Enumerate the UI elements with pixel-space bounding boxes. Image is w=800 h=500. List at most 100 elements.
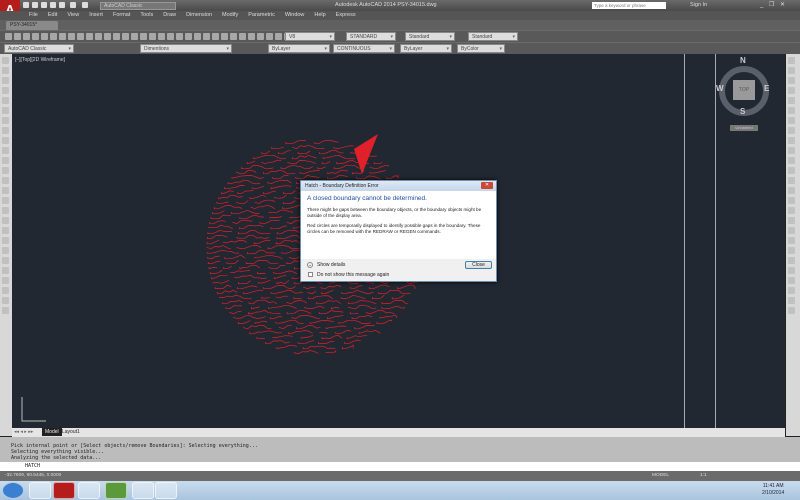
tool-button-icon[interactable] — [2, 307, 9, 314]
viewcube-top[interactable]: TOP — [733, 80, 755, 100]
tool-button-icon[interactable] — [2, 107, 9, 114]
toolbar-button-icon[interactable] — [140, 33, 147, 40]
chevron-down-icon[interactable]: ⌄ — [307, 262, 313, 268]
tool-button-icon[interactable] — [788, 57, 795, 64]
tool-button-icon[interactable] — [788, 217, 795, 224]
tool-button-icon[interactable] — [2, 217, 9, 224]
workspace-dropdown[interactable]: AutoCAD Classic — [100, 2, 176, 10]
toolbar-button-icon[interactable] — [257, 33, 264, 40]
tool-button-icon[interactable] — [2, 297, 9, 304]
menu-modify[interactable]: Modify — [217, 11, 243, 20]
toolbar-button-icon[interactable] — [248, 33, 255, 40]
redo-icon[interactable] — [82, 2, 88, 8]
menu-dimension[interactable]: Dimension — [181, 11, 217, 20]
command-input[interactable]: HATCH — [0, 462, 800, 471]
tool-button-icon[interactable] — [788, 227, 795, 234]
tool-button-icon[interactable] — [788, 257, 795, 264]
taskbar-chrome-icon[interactable] — [132, 482, 154, 499]
taskbar-autocad-icon[interactable] — [53, 482, 75, 499]
toolbar-button-icon[interactable] — [203, 33, 210, 40]
tool-button-icon[interactable] — [788, 127, 795, 134]
menu-view[interactable]: View — [62, 11, 84, 20]
tool-button-icon[interactable] — [788, 137, 795, 144]
tool-button-icon[interactable] — [788, 77, 795, 84]
toolbar-button-icon[interactable] — [131, 33, 138, 40]
toolbar-button-icon[interactable] — [95, 33, 102, 40]
menu-tools[interactable]: Tools — [135, 11, 158, 20]
layer-combo[interactable]: V8 — [285, 32, 335, 42]
plotstyle-dropdown[interactable]: ByColor — [457, 44, 505, 54]
tool-button-icon[interactable] — [788, 237, 795, 244]
ucs-dropdown[interactable]: Unnamed — [730, 125, 758, 131]
undo-icon[interactable] — [70, 2, 76, 8]
toolbar-button-icon[interactable] — [176, 33, 183, 40]
tool-button-icon[interactable] — [788, 277, 795, 284]
tool-button-icon[interactable] — [2, 197, 9, 204]
menu-edit[interactable]: Edit — [43, 11, 62, 20]
tool-button-icon[interactable] — [788, 177, 795, 184]
dont-show-label[interactable]: Do not show this message again — [317, 272, 389, 278]
tool-button-icon[interactable] — [788, 97, 795, 104]
tool-button-icon[interactable] — [2, 267, 9, 274]
tool-button-icon[interactable] — [2, 117, 9, 124]
dont-show-checkbox[interactable] — [308, 272, 313, 277]
toolbar-button-icon[interactable] — [158, 33, 165, 40]
start-button[interactable] — [2, 482, 24, 499]
save-as-icon[interactable] — [50, 2, 56, 8]
tool-button-icon[interactable] — [788, 187, 795, 194]
tab-model[interactable]: Model — [42, 428, 62, 436]
toolbar-button-icon[interactable] — [212, 33, 219, 40]
toolbar-button-icon[interactable] — [230, 33, 237, 40]
toolbar-button-icon[interactable] — [14, 33, 21, 40]
system-clock[interactable]: 11:41 AM 2/10/2014 — [762, 483, 784, 497]
tool-button-icon[interactable] — [788, 197, 795, 204]
lineweight-dropdown[interactable]: ByLayer — [400, 44, 452, 54]
tab-nav-arrows[interactable]: ◂◂ ◂ ▸ ▸▸ — [14, 429, 33, 435]
annotation-scale[interactable]: 1:1 — [700, 473, 707, 478]
toolbar-button-icon[interactable] — [104, 33, 111, 40]
compass-east[interactable]: E — [764, 84, 769, 93]
toolbar-button-icon[interactable] — [239, 33, 246, 40]
tool-button-icon[interactable] — [2, 187, 9, 194]
toolbar-button-icon[interactable] — [185, 33, 192, 40]
toolbar-button-icon[interactable] — [167, 33, 174, 40]
toolbar-button-icon[interactable] — [149, 33, 156, 40]
compass-south[interactable]: S — [740, 107, 745, 116]
tool-button-icon[interactable] — [788, 67, 795, 74]
toolbar-button-icon[interactable] — [113, 33, 120, 40]
sign-in-button[interactable]: Sign In — [690, 2, 707, 8]
tab-layout1[interactable]: Layout1 — [62, 429, 80, 435]
tool-button-icon[interactable] — [2, 77, 9, 84]
dim-style-combo[interactable]: Standard — [405, 32, 455, 42]
tool-button-icon[interactable] — [788, 297, 795, 304]
new-icon[interactable] — [23, 2, 29, 8]
tool-button-icon[interactable] — [2, 67, 9, 74]
viewport-controls[interactable]: [–][Top][2D Wireframe] — [15, 57, 65, 63]
taskbar-app-icon[interactable] — [105, 482, 127, 499]
tool-button-icon[interactable] — [2, 57, 9, 64]
tool-button-icon[interactable] — [2, 167, 9, 174]
taskbar-explorer-icon[interactable] — [29, 482, 51, 499]
tool-button-icon[interactable] — [2, 207, 9, 214]
window-controls[interactable]: _ ❐ ✕ — [760, 1, 787, 8]
tool-button-icon[interactable] — [2, 237, 9, 244]
toolbar-button-icon[interactable] — [68, 33, 75, 40]
tool-button-icon[interactable] — [2, 157, 9, 164]
tool-button-icon[interactable] — [2, 257, 9, 264]
tool-button-icon[interactable] — [788, 157, 795, 164]
color-dropdown[interactable]: ByLayer — [268, 44, 330, 54]
menu-insert[interactable]: Insert — [84, 11, 108, 20]
show-details-toggle[interactable]: Show details — [317, 262, 345, 268]
compass-west[interactable]: W — [716, 84, 724, 93]
tool-button-icon[interactable] — [2, 137, 9, 144]
toolbar-button-icon[interactable] — [32, 33, 39, 40]
toolbar-button-icon[interactable] — [194, 33, 201, 40]
text-style-combo[interactable]: STANDARD — [346, 32, 396, 42]
tool-button-icon[interactable] — [788, 307, 795, 314]
toolbar-button-icon[interactable] — [50, 33, 57, 40]
layer-dropdown[interactable]: Dimentions — [140, 44, 232, 54]
toolbar-button-icon[interactable] — [41, 33, 48, 40]
tool-button-icon[interactable] — [788, 107, 795, 114]
linetype-dropdown[interactable]: CONTINUOUS — [333, 44, 395, 54]
tool-button-icon[interactable] — [788, 287, 795, 294]
